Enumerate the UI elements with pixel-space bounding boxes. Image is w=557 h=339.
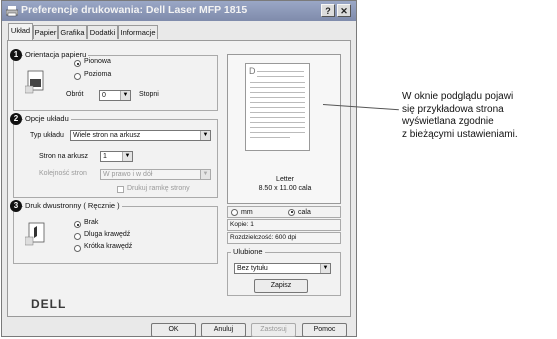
marker-2: 2 (10, 113, 22, 125)
duplex-long-edge-label: Dluga krawędź (84, 231, 131, 238)
copies-info: Kopie: 1 (227, 219, 341, 231)
printer-icon (6, 6, 18, 17)
portrait-label: Pionowa (84, 58, 111, 65)
window-title: Preferencje drukowania: Dell Laser MFP 1… (21, 4, 248, 16)
chevron-down-icon: ▼ (122, 152, 132, 161)
dell-logo: DELL (31, 297, 67, 311)
rotate-label: Obrót (66, 91, 84, 98)
pages-per-sheet-select[interactable]: 1 ▼ (100, 151, 133, 162)
rotate-select[interactable]: 0 ▼ (99, 90, 131, 101)
duplex-none-label: Brak (84, 219, 99, 226)
printing-preferences-window: Preferencje drukowania: Dell Laser MFP 1… (1, 0, 357, 337)
duplex-long-edge-radio[interactable] (74, 233, 81, 240)
favorites-title: Ulubione (231, 247, 265, 256)
preview-paper-letter: D (249, 66, 256, 76)
callout-line-1: W oknie podglądu pojawi (402, 91, 514, 102)
save-favorite-button[interactable]: Zapisz (254, 279, 308, 293)
portrait-page-icon (25, 70, 44, 94)
favorites-select[interactable]: Bez tytułu ▼ (234, 263, 331, 274)
page-preview: D Letter 8.50 x 11.00 cala (227, 54, 341, 204)
landscape-label: Pozioma (84, 71, 112, 78)
tab-papier[interactable]: Papier (33, 25, 58, 39)
tab-dodatki[interactable]: Dodatki (87, 25, 118, 39)
pages-per-sheet-value: 1 (103, 153, 107, 160)
page-order-label: Kolejność stron (39, 170, 87, 177)
unit-mm-label: mm (241, 209, 253, 216)
marker-1: 1 (10, 49, 22, 61)
duplex-none-radio[interactable] (74, 221, 81, 228)
help-button[interactable]: Pomoc (302, 323, 347, 337)
unit-inch-radio[interactable] (288, 208, 295, 216)
duplex-page-icon (25, 222, 45, 246)
print-border-label: Drukuj ramkę strony (127, 185, 190, 192)
duplex-short-edge-label: Krótka krawędź (84, 243, 133, 250)
tab-uklad[interactable]: Układ (8, 23, 33, 40)
callout-line-3: wyświetlana zgodnie (402, 116, 494, 127)
chevron-down-icon: ▼ (320, 264, 330, 273)
orientation-title: Orientacja papieru (23, 50, 89, 59)
unit-mm-radio[interactable] (231, 208, 238, 216)
print-border-checkbox[interactable] (117, 186, 124, 193)
cancel-button[interactable]: Anuluj (201, 323, 246, 337)
layout-type-label: Typ układu (30, 132, 64, 139)
resolution-info: Rozdzielczość: 600 dpi (227, 232, 341, 244)
title-bar: Preferencje drukowania: Dell Laser MFP 1… (2, 1, 356, 21)
tab-informacje[interactable]: Informacje (118, 25, 158, 39)
help-title-button[interactable]: ? (321, 4, 335, 17)
units-row: mm cala (227, 206, 341, 218)
marker-3: 3 (10, 200, 22, 212)
page-order-value: W prawo i w dół (103, 171, 153, 178)
page-order-select[interactable]: W prawo i w dół ▼ (100, 169, 211, 180)
ok-button[interactable]: OK (151, 323, 196, 337)
landscape-radio[interactable] (74, 73, 81, 80)
chevron-down-icon: ▼ (120, 91, 130, 100)
pages-per-sheet-label: Stron na arkusz (39, 153, 89, 160)
chevron-down-icon: ▼ (200, 170, 210, 179)
apply-button[interactable]: Zastosuj (251, 323, 296, 337)
tab-grafika[interactable]: Grafika (58, 25, 87, 39)
rotate-value: 0 (102, 92, 106, 99)
callout-line-4: z bieżącymi ustawieniami. (402, 128, 518, 140)
layout-type-select[interactable]: Wiele stron na arkusz ▼ (70, 130, 211, 141)
close-icon[interactable]: ✕ (337, 4, 351, 17)
paper-name: Letter (276, 176, 294, 183)
duplex-title: Druk dwustronny ( Ręcznie ) (23, 201, 122, 210)
portrait-radio[interactable] (74, 60, 81, 67)
callout-line-2: się przykładowa strona (402, 103, 504, 115)
unit-inch-label: cala (298, 209, 311, 216)
layout-type-value: Wiele stron na arkusz (73, 132, 141, 139)
chevron-down-icon: ▼ (200, 131, 210, 140)
favorites-value: Bez tytułu (237, 265, 268, 272)
preview-callout: W oknie podglądu pojawi się przykładowa … (402, 91, 557, 141)
paper-size: 8.50 x 11.00 cala (258, 185, 312, 192)
duplex-short-edge-radio[interactable] (74, 245, 81, 252)
layout-options-title: Opcje układu (23, 114, 71, 123)
preview-paper: D (245, 63, 310, 151)
rotate-unit-label: Stopni (139, 91, 159, 98)
